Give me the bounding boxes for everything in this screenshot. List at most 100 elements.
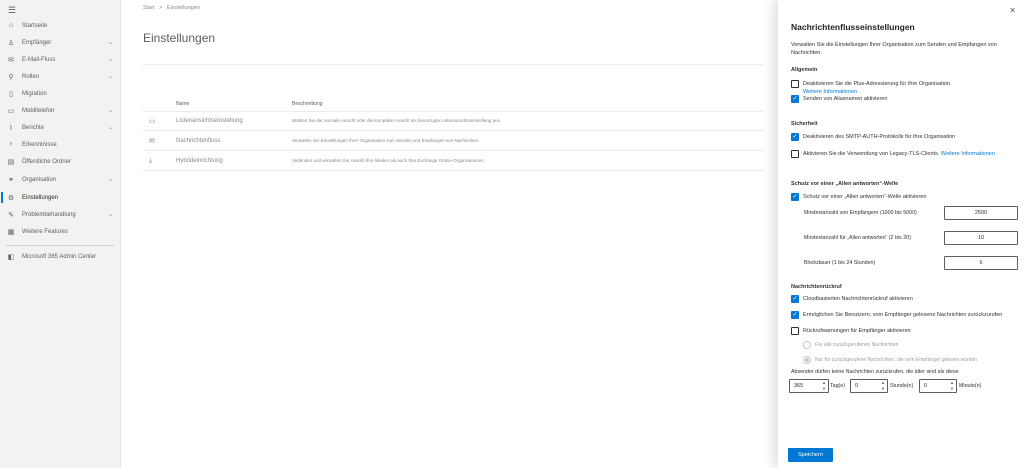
row-name: Listenansichtseinstellung — [176, 118, 243, 124]
recall-alerts-checkbox[interactable]: Rückrufwarnungen für Empfänger aktiviere… — [791, 327, 911, 335]
breadcrumb-start[interactable]: Start — [143, 5, 155, 11]
checkbox-unchecked[interactable] — [791, 327, 799, 335]
cloud-recall-checkbox[interactable]: ✓ Cloudbasierten Nachrichtenrückruf akti… — [791, 295, 913, 303]
legacy-tls-label: Aktivieren Sie die Verwendung von Legacy… — [803, 151, 940, 157]
nav-item-einstellungen[interactable]: ⚙ Einstellungen — [0, 189, 121, 206]
checkmark-icon[interactable]: ✓ — [791, 133, 799, 141]
roles-icon: ⚲ — [8, 73, 14, 81]
breadcrumb-separator: > — [159, 5, 163, 11]
days-spinner[interactable]: 365 ▲ ▼ — [789, 379, 829, 393]
nav-item-oeffentliche-ordner[interactable]: ▤ Öffentliche Ordner — [0, 153, 121, 170]
min-recipients-input[interactable]: 2500 — [944, 206, 1018, 220]
legacy-tls-checkbox[interactable]: Aktivieren Sie die Verwendung von Legacy… — [791, 150, 995, 158]
section-heading-reply-all: Schutz vor einer „Allen antworten“-Welle — [791, 181, 899, 187]
nav-item-empfaenger[interactable]: ♙ Empfänger ⌄ — [0, 34, 121, 51]
recall-alerts-label: Rückrufwarnungen für Empfänger aktiviere… — [803, 328, 911, 334]
table-row[interactable]: ▭ Listenansichtseinstellung Wählen Sie d… — [143, 112, 763, 131]
save-button[interactable]: Speichern — [788, 448, 833, 462]
checkmark-icon[interactable]: ✓ — [791, 193, 799, 201]
min-recipients-label: Mindestanzahl von Empfängern (1000 bis 5… — [804, 210, 917, 216]
chart-icon: ⌇ — [9, 124, 13, 132]
nav-item-weitere-features[interactable]: ▦ Weitere Features — [0, 223, 121, 240]
checkbox-unchecked[interactable] — [791, 150, 799, 158]
minutes-value: 0 — [924, 383, 928, 389]
table-row[interactable]: ⤓ Hybrideinrichtung Verbinden und verwal… — [143, 152, 763, 171]
home-icon: ⌂ — [8, 22, 14, 29]
checkmark-icon[interactable]: ✓ — [791, 95, 799, 103]
reply-all-storm-checkbox[interactable]: ✓ Schutz vor einer „Allen antworten“-Wel… — [791, 193, 926, 201]
folder-icon: ▤ — [7, 158, 15, 166]
nav-label: Organisation — [22, 176, 57, 183]
radio-button-unselected[interactable] — [803, 341, 811, 349]
hours-value: 0 — [855, 383, 859, 389]
hamburger-icon[interactable]: ☰ — [8, 5, 16, 16]
smtp-auth-label: Deaktivieren des SMTP-AUTH-Protokolls fü… — [803, 134, 956, 140]
table-row[interactable]: ✉ Nachrichtenfluss Verwalten der Einstel… — [143, 132, 763, 151]
chevron-down-icon: ⌄ — [107, 177, 113, 183]
block-duration-label: Blockdauer (1 bis 24 Stunden) — [804, 260, 876, 266]
nav-label: Mobiltelefon — [22, 107, 55, 114]
organization-icon: ⚭ — [8, 176, 14, 184]
hours-spinner[interactable]: 0 ▲ ▼ — [850, 379, 888, 393]
min-reply-all-label: Mindestanzahl für „Allen antworten“ (2 b… — [804, 235, 911, 241]
block-duration-input[interactable]: 6 — [944, 256, 1018, 270]
radio-read-recalled[interactable]: Nur für zurückgerufene Nachrichten, die … — [803, 356, 977, 364]
mail-icon: ✉ — [149, 138, 155, 145]
nav-label: E-Mail-Fluss — [22, 56, 56, 63]
allow-read-recall-label: Ermöglichen Sie Benutzern, vom Empfänger… — [803, 312, 1003, 318]
nav-item-admin-center[interactable]: ◧ Microsoft 365 Admin Center — [0, 248, 121, 265]
nav-item-problembehandlung[interactable]: ✎ Problembehandlung ⌄ — [0, 206, 121, 223]
row-name: Nachrichtenfluss — [176, 138, 221, 144]
radio-read-label: Nur für zurückgerufene Nachrichten, die … — [815, 357, 978, 363]
nav-item-email-fluss[interactable]: ✉ E-Mail-Fluss ⌄ — [0, 51, 121, 68]
send-from-alias-checkbox[interactable]: ✓ Senden von Aliasnamen aktivieren — [791, 95, 887, 103]
nav-item-rollen[interactable]: ⚲ Rollen ⌄ — [0, 68, 121, 85]
section-heading-recall: Nachrichtenrückruf — [791, 284, 842, 290]
allow-read-recall-checkbox[interactable]: ✓ Ermöglichen Sie Benutzern, vom Empfäng… — [791, 311, 1002, 319]
person-icon: ♙ — [7, 39, 15, 47]
chevron-down-icon: ⌄ — [107, 74, 113, 80]
radio-button-selected[interactable] — [803, 356, 811, 364]
row-description: Verwalten der Einstellungen Ihrer Organi… — [292, 138, 480, 143]
close-icon[interactable]: ✕ — [1009, 6, 1016, 15]
minutes-spinner[interactable]: 0 ▲ ▼ — [919, 379, 957, 393]
plus-addressing-checkbox[interactable]: Deaktivieren Sie die Plus-Adressierung f… — [791, 80, 952, 96]
migration-icon: ▯ — [9, 90, 13, 98]
spinner-arrows-icon[interactable]: ▲ ▼ — [949, 380, 955, 392]
list-view-icon: ▭ — [149, 118, 156, 125]
checkmark-icon[interactable]: ✓ — [791, 295, 799, 303]
nav-label: Berichte — [22, 124, 45, 131]
left-nav: ☰ ⌂ Startseite ♙ Empfänger ⌄ ✉ E-Mail-Fl… — [0, 0, 121, 468]
hours-unit: Stunde(n) — [890, 383, 914, 389]
office-icon: ◧ — [7, 253, 15, 261]
min-reply-all-input[interactable]: 10 — [944, 231, 1018, 245]
nav-item-berichte[interactable]: ⌇ Berichte ⌄ — [0, 119, 121, 136]
nav-item-mobiltelefon[interactable]: ▭ Mobiltelefon ⌄ — [0, 102, 121, 119]
spinner-arrows-icon[interactable]: ▲ ▼ — [821, 380, 827, 392]
nav-item-erkenntnisse[interactable]: ♀ Erkenntnisse — [0, 136, 121, 153]
radio-all-recalled[interactable]: Für alle zurückgerufenen Nachrichten — [803, 341, 898, 349]
breadcrumb: Start > Einstellungen — [143, 5, 203, 11]
nav-label: Empfänger — [22, 39, 52, 46]
column-header-description[interactable]: Beschreibung — [292, 101, 323, 107]
nav-divider — [6, 245, 114, 246]
cloud-recall-label: Cloudbasierten Nachrichtenrückruf aktivi… — [803, 296, 913, 302]
nav-item-migration[interactable]: ▯ Migration — [0, 85, 121, 102]
nav-item-startseite[interactable]: ⌂ Startseite — [0, 17, 121, 34]
chevron-down-icon: ⌄ — [107, 212, 113, 218]
spinner-arrows-icon[interactable]: ▲ ▼ — [880, 380, 886, 392]
nav-label: Weitere Features — [22, 228, 68, 235]
checkmark-icon[interactable]: ✓ — [791, 311, 799, 319]
checkbox-unchecked[interactable] — [791, 80, 799, 88]
nav-item-organisation[interactable]: ⚭ Organisation ⌄ — [0, 171, 121, 188]
row-name: Hybrideinrichtung — [176, 158, 223, 164]
column-header-name[interactable]: Name — [176, 101, 189, 107]
minutes-unit: Minute(n) — [959, 383, 982, 389]
days-unit: Tag(e) — [830, 383, 846, 389]
plus-addressing-label: Deaktivieren Sie die Plus-Adressierung f… — [803, 81, 952, 87]
more-info-link[interactable]: Weitere Informationen — [941, 151, 995, 157]
download-icon: ⤓ — [149, 157, 153, 164]
mail-icon: ✉ — [8, 56, 14, 64]
smtp-auth-checkbox[interactable]: ✓ Deaktivieren des SMTP-AUTH-Protokolls … — [791, 133, 955, 141]
gear-icon: ⚙ — [7, 194, 15, 202]
